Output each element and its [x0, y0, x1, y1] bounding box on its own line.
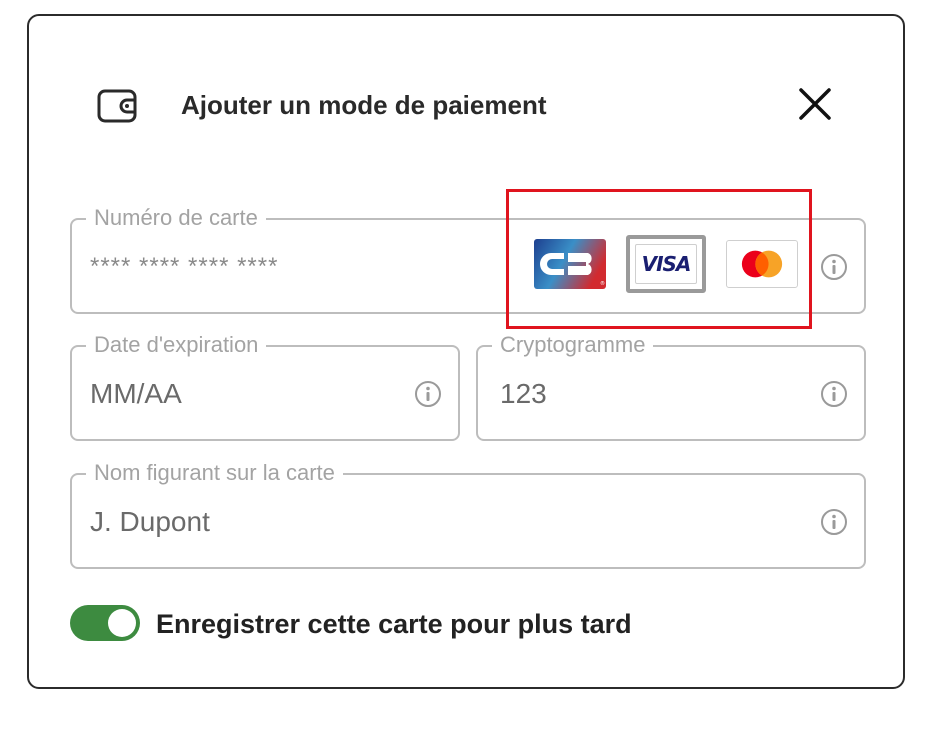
save-card-toggle[interactable]: [70, 605, 140, 641]
cb-trademark-mark: ®: [600, 280, 605, 287]
info-icon[interactable]: [820, 508, 848, 536]
expiry-date-field[interactable]: Date d'expiration MM/AA: [70, 333, 460, 441]
cvv-field[interactable]: Cryptogramme 123: [476, 333, 866, 441]
info-icon[interactable]: [820, 380, 848, 408]
expiry-date-label: Date d'expiration: [86, 333, 267, 357]
cvv-label: Cryptogramme: [492, 333, 654, 357]
card-number-input[interactable]: **** **** **** ****: [90, 250, 278, 284]
info-icon[interactable]: [414, 380, 442, 408]
cardholder-name-input[interactable]: J. Dupont: [90, 505, 210, 539]
cardholder-name-label: Nom figurant sur la carte: [86, 461, 343, 485]
mastercard-card-brand[interactable]: [726, 240, 798, 288]
visa-logo: VISA: [635, 244, 697, 284]
cardholder-name-field[interactable]: Nom figurant sur la carte J. Dupont: [70, 461, 866, 569]
expiry-date-input[interactable]: MM/AA: [90, 377, 182, 411]
cvv-input[interactable]: 123: [500, 377, 547, 411]
wallet-icon: [97, 89, 137, 123]
cb-card-brand[interactable]: ®: [534, 239, 606, 289]
visa-card-brand[interactable]: VISA: [626, 235, 706, 293]
card-number-label: Numéro de carte: [86, 206, 266, 230]
toggle-knob: [108, 609, 136, 637]
close-icon[interactable]: [795, 84, 835, 124]
dialog-title: Ajouter un mode de paiement: [181, 90, 547, 120]
payment-method-dialog: Ajouter un mode de paiement Numéro de ca…: [27, 14, 905, 689]
save-card-label: Enregistrer cette carte pour plus tard: [156, 609, 632, 639]
info-icon[interactable]: [820, 253, 848, 281]
